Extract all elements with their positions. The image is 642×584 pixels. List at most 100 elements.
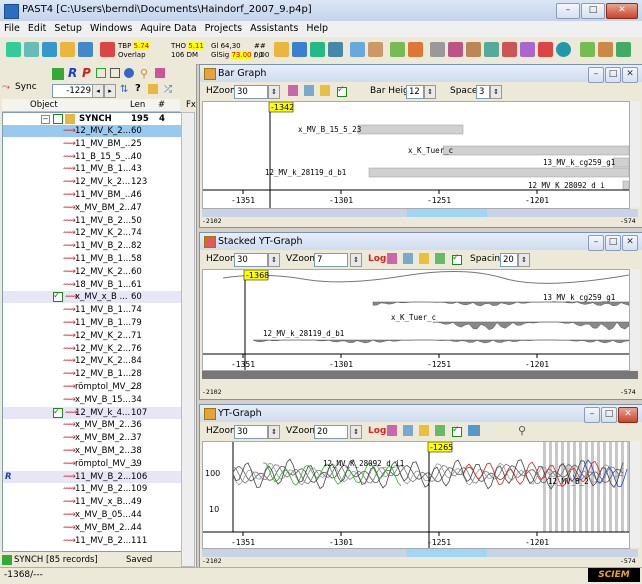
globe-icon[interactable]	[292, 42, 307, 57]
menu-windows[interactable]: Windows	[86, 21, 136, 34]
menu-edit[interactable]: Edit	[24, 21, 50, 34]
yt-tool4-icon[interactable]	[435, 425, 445, 436]
bar-hscroll[interactable]	[202, 209, 638, 217]
list-item[interactable]: ⟿ x_MV_BM_2... 44	[3, 522, 181, 534]
row-checkbox[interactable]	[53, 290, 63, 303]
stat5-icon[interactable]	[520, 42, 535, 57]
stacked-tool2-icon[interactable]	[403, 253, 413, 264]
bar-hscroll-thumb[interactable]	[407, 209, 487, 217]
bar-height-spinner[interactable]: ⇕	[424, 85, 436, 99]
list-item[interactable]: ⟿ 11_MV_B_2... 82	[3, 240, 181, 252]
bar-close-button[interactable]: ✕	[622, 67, 638, 83]
list-item[interactable]: R ⟿ 11_MV_B_2... 106	[3, 470, 181, 483]
stacked-tool3-icon[interactable]	[419, 253, 429, 264]
stacked-hzoom-spinner[interactable]: ⇕	[268, 253, 280, 267]
menu-file[interactable]: File	[0, 21, 24, 34]
yt-close-button[interactable]: ✕	[618, 407, 638, 423]
help-icon[interactable]: ?	[135, 83, 141, 94]
yt-check[interactable]	[452, 425, 462, 437]
list-item[interactable]: ⟿ x_MV_BM_2... 37	[3, 432, 181, 444]
yt-vscroll[interactable]	[630, 441, 640, 547]
yt-min-button[interactable]: –	[584, 407, 600, 423]
list-item[interactable]: ⟿ 11_MV_B_1... 74	[3, 304, 181, 316]
list-item[interactable]: ⟿ römptol_MV_... 28	[3, 381, 181, 393]
menu-assistants[interactable]: Assistants	[246, 21, 302, 34]
list-item[interactable]: ⟿ 11_MV_B_2... 109	[3, 483, 181, 495]
yt-vzoom-field[interactable]: 20	[314, 425, 348, 439]
bar-hzoom-spinner[interactable]: ⇕	[268, 85, 280, 99]
folder-icon[interactable]	[60, 42, 75, 57]
spacing-field[interactable]: 20	[500, 253, 518, 267]
image-icon[interactable]	[328, 42, 343, 57]
tree-root[interactable]: − SYNCH 195 4	[3, 113, 181, 125]
sync-decrement-button[interactable]: ◂	[92, 84, 104, 98]
list-item[interactable]: ⟿ 12_MV_K_2... 60	[3, 266, 181, 278]
list-item[interactable]: ⟿ 12_MV_k_2... 123	[3, 176, 181, 188]
list-item[interactable]: ⟿ 12_MV_K_2... 74	[3, 227, 181, 239]
list-item[interactable]: ⟿ x_MV_BM_2... 38	[3, 445, 181, 457]
stat2-icon[interactable]	[466, 42, 481, 57]
col-object[interactable]: Object	[30, 100, 58, 111]
collapse-icon[interactable]: −	[41, 115, 50, 124]
chart-icon[interactable]	[310, 42, 325, 57]
bar-tool1-icon[interactable]	[288, 85, 298, 96]
tree-small-icon[interactable]	[148, 84, 158, 94]
stacked-vzoom-field[interactable]: 7	[314, 253, 348, 267]
list-item[interactable]: ⟿12_MV_k_4...107	[3, 406, 181, 419]
list-item[interactable]: ⟿ 11_MV_x_B... 49	[3, 496, 181, 508]
spacing-spinner[interactable]: ⇕	[518, 253, 530, 267]
col-len[interactable]: Len	[130, 100, 145, 111]
stacked-check[interactable]	[452, 253, 462, 265]
stacked-tool4-icon[interactable]	[435, 253, 445, 264]
bar-tool3-icon[interactable]	[320, 85, 330, 96]
list-item[interactable]: ⟿ x_MV_BM_2... 47	[3, 202, 181, 214]
merge-icon[interactable]: ⤮	[164, 84, 172, 95]
yt-hscroll[interactable]	[202, 549, 638, 557]
bar-hzoom-field[interactable]: 30	[234, 85, 268, 99]
list-item[interactable]: ⟿ 11_MV_B_1... 79	[3, 317, 181, 329]
yt-tool5-icon[interactable]	[468, 425, 480, 436]
stacked-hzoom-field[interactable]: 30	[234, 253, 268, 267]
yt-tool2-icon[interactable]	[403, 425, 413, 436]
stat3-icon[interactable]	[484, 42, 499, 57]
stat6-icon[interactable]	[538, 42, 553, 57]
list-item[interactable]: ⟿ x_MV_B_15... 34	[3, 394, 181, 406]
bar-height-field[interactable]: 12	[406, 85, 424, 99]
menu-projects[interactable]: Projects	[201, 21, 246, 34]
bar-check[interactable]	[337, 85, 347, 97]
space-field[interactable]: 3	[476, 85, 490, 99]
yt-hscroll-thumb[interactable]	[407, 549, 487, 557]
row-checkbox[interactable]	[53, 406, 63, 418]
circle-icon[interactable]	[556, 42, 571, 57]
stacked-tool1-icon[interactable]	[387, 253, 397, 264]
bar-tool2-icon[interactable]	[304, 85, 314, 96]
col-count[interactable]: #	[158, 100, 165, 111]
yt-max-button[interactable]: □	[601, 407, 617, 423]
list-item[interactable]: ⟿ 11_MV_BM_... 25	[3, 138, 181, 150]
yt-vzoom-spinner[interactable]: ⇕	[350, 425, 362, 439]
list-item[interactable]: ⟿ 11_MV_BM_... 46	[3, 189, 181, 201]
list-item[interactable]: ⟿ x_MV_B_05... 44	[3, 509, 181, 521]
menu-aquire-data[interactable]: Aquire Data	[136, 21, 200, 34]
measure-icon[interactable]	[430, 42, 445, 57]
copy-icon[interactable]	[350, 42, 365, 57]
bar-vscroll[interactable]	[630, 101, 640, 207]
sync-increment-button[interactable]: ▸	[104, 84, 116, 98]
list-item[interactable]: ⟿ 18_MV_B_1... 61	[3, 279, 181, 291]
paste-icon[interactable]	[368, 42, 383, 57]
list-item[interactable]: ⟿ 11_MV_B_1... 43	[3, 163, 181, 175]
stacked-vzoom-spinner[interactable]: ⇕	[350, 253, 362, 267]
list-item[interactable]: ⟿ 11_MV_B_2... 111	[3, 535, 181, 547]
bar-plot-area[interactable]: x_MV_B_15_5_23 x_K_Tuer_c 13_MV_k_cg259_g1…	[202, 101, 630, 209]
root-checkbox[interactable]	[53, 114, 63, 124]
stat7-icon[interactable]	[580, 42, 595, 57]
list-item[interactable]: ⟿ 12_MV_B_1... 28	[3, 368, 181, 380]
yt-log-label[interactable]: Log	[368, 426, 386, 436]
stacked-close-button[interactable]: ✕	[622, 235, 638, 251]
project-icon[interactable]	[274, 42, 289, 57]
list-icon[interactable]	[42, 42, 57, 57]
stacked-min-button[interactable]: –	[588, 235, 604, 251]
list-item[interactable]: ⟿x_MV_x_B ...60	[3, 290, 181, 304]
new-icon[interactable]	[6, 42, 21, 57]
list-item[interactable]: ⟿ 12_MV_K_2... 76	[3, 343, 181, 355]
